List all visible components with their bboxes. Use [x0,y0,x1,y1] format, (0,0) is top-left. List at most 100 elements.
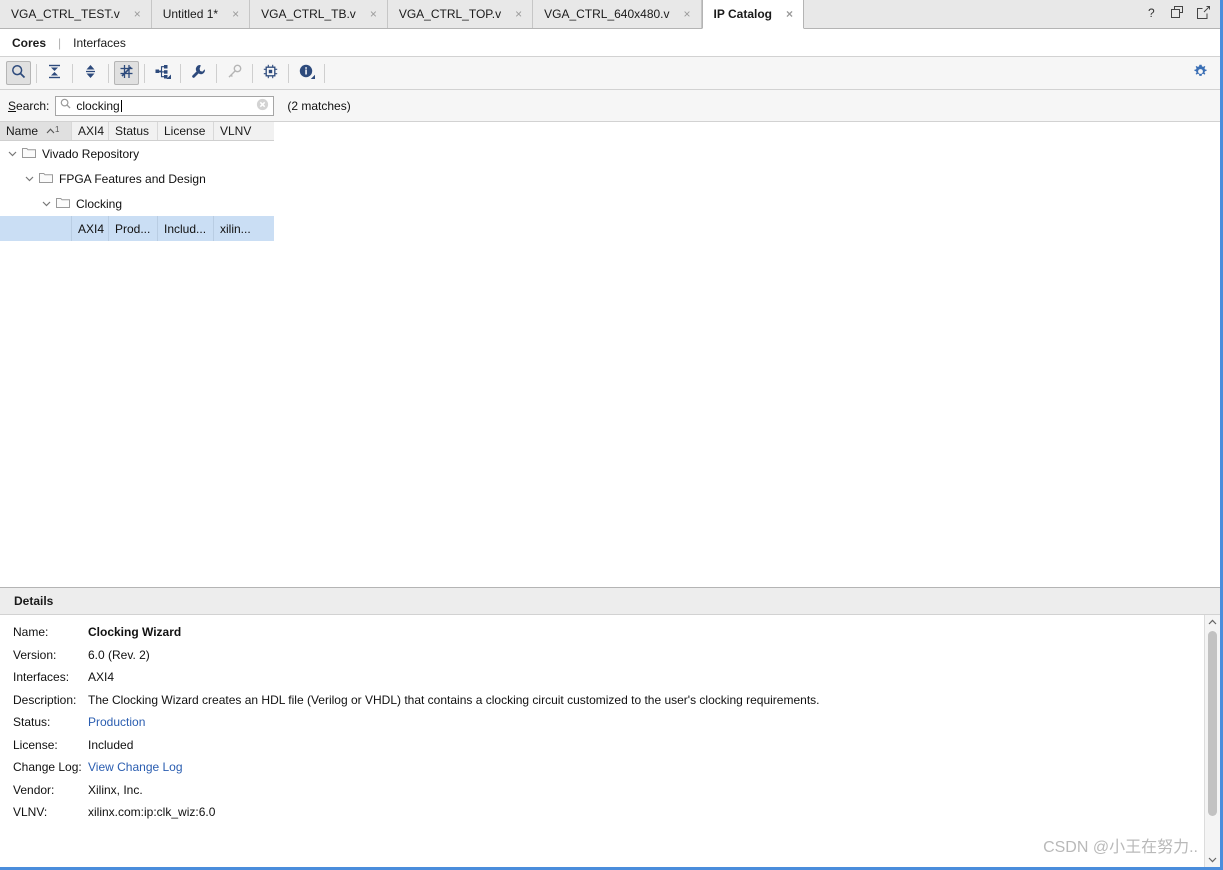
ip-settings-button[interactable] [258,61,283,85]
subtab-cores[interactable]: Cores [10,36,48,50]
tab-close-icon[interactable]: × [230,7,241,21]
tab-close-icon[interactable]: × [784,7,795,21]
chevron-down-icon[interactable] [6,147,19,160]
details-panel-body: Name: Clocking Wizard Version: 6.0 (Rev.… [0,615,1220,867]
ip-catalog-window: VGA_CTRL_TEST.v × Untitled 1* × VGA_CTRL… [0,0,1223,870]
tree-row-label: Vivado Repository [42,146,140,161]
search-input[interactable]: clocking [55,95,275,116]
help-icon[interactable]: ? [1147,6,1158,22]
catalog-view-tabs: Cores | Interfaces [0,29,1220,57]
details-key: Vendor: [13,782,55,797]
ip-catalog-tree: Name 1 AXI4 Status License VLNV Vivado R… [0,122,1220,241]
tree-row-clocking-wizard[interactable]: AXI4 Prod... Includ... xilin... [0,216,274,241]
tab-untitled-1[interactable]: Untitled 1* × [151,0,251,28]
restore-window-icon[interactable] [1171,6,1184,22]
details-row-change-log: Change Log: View Change Log [13,760,1204,783]
cell-value: xilin... [220,221,251,236]
toolbar-separator [288,63,289,83]
collapse-all-icon [47,64,62,82]
tree-row-clocking[interactable]: Clocking [0,191,1220,216]
tab-close-icon[interactable]: × [132,7,143,21]
folder-icon [22,146,36,161]
tab-vga-ctrl-top[interactable]: VGA_CTRL_TOP.v × [387,0,534,28]
collapse-all-button[interactable] [42,61,67,85]
chevron-down-icon[interactable] [40,197,53,210]
details-row-name: Name: Clocking Wizard [13,625,1204,648]
pin-button[interactable] [114,61,139,85]
sort-order-index: 1 [55,124,60,134]
search-icon [11,64,26,82]
details-row-vendor: Vendor: Xilinx, Inc. [13,783,1204,806]
hierarchy-button[interactable] [150,61,175,85]
details-row-interfaces: Interfaces: AXI4 [13,670,1204,693]
search-toggle-button[interactable] [6,61,31,85]
cell-value: Includ... [164,221,207,236]
column-header-axi4[interactable]: AXI4 [72,122,109,140]
tab-close-icon[interactable]: × [513,7,524,21]
details-value: The Clocking Wizard creates an HDL file … [88,692,820,707]
details-panel: Details Name: Clocking Wizard Version: 6… [0,587,1220,867]
tab-close-icon[interactable]: × [682,7,693,21]
details-key: Description: [13,692,77,707]
scrollbar-track[interactable] [1205,630,1220,852]
details-key: Status: [13,715,51,729]
folder-icon [39,171,53,186]
details-vertical-scrollbar[interactable] [1204,615,1220,867]
column-header-license[interactable]: License [158,122,214,140]
cell-status: Prod... [109,216,158,241]
tab-vga-ctrl-tb[interactable]: VGA_CTRL_TB.v × [250,0,388,28]
details-value: 6.0 (Rev. 2) [88,647,150,662]
details-key: Change Log: [13,760,82,774]
cell-license: Includ... [158,216,214,241]
status-link[interactable]: Production [88,715,145,729]
tab-close-icon[interactable]: × [368,7,379,21]
column-label: Status [115,124,150,138]
search-match-count: (2 matches) [287,98,351,113]
tree-row-vivado-repository[interactable]: Vivado Repository [0,141,1220,166]
column-header-vlnv[interactable]: VLNV [214,122,257,140]
details-panel-title: Details [0,588,1220,615]
details-key: License: [13,737,58,752]
catalog-toolbar [0,57,1220,90]
details-row-description: Description: The Clocking Wizard creates… [13,693,1204,716]
subtab-interfaces[interactable]: Interfaces [71,36,128,50]
column-header-name[interactable]: Name 1 [0,122,72,140]
details-key: Version: [13,647,57,662]
info-icon [299,64,315,82]
cell-vlnv: xilin... [214,216,274,241]
expand-all-button[interactable] [78,61,103,85]
tab-ip-catalog[interactable]: IP Catalog × [701,0,805,29]
information-button[interactable] [294,61,319,85]
tree-row-cells: AXI4 Prod... Includ... xilin... [0,216,274,241]
toolbar-separator [144,63,145,83]
tree-row-fpga-features-and-design[interactable]: FPGA Features and Design [0,166,1220,191]
scroll-up-icon[interactable] [1205,615,1220,630]
scroll-down-icon[interactable] [1205,852,1220,867]
chip-icon [263,64,278,82]
tab-label: IP Catalog [713,7,772,21]
sort-ascending-icon: 1 [46,125,59,138]
search-field-magnifier-icon [60,98,72,113]
column-label: AXI4 [78,124,105,138]
details-row-version: Version: 6.0 (Rev. 2) [13,648,1204,671]
tab-label: VGA_CTRL_TEST.v [11,7,120,21]
cell-name [0,216,72,241]
wrench-icon [191,64,206,82]
float-window-icon[interactable] [1197,6,1210,22]
wrench-button[interactable] [186,61,211,85]
toolbar-separator [252,63,253,83]
view-change-log-link[interactable]: View Change Log [88,760,183,774]
tab-vga-ctrl-test[interactable]: VGA_CTRL_TEST.v × [0,0,152,28]
details-key: Name: [13,625,49,639]
cell-value: Prod... [115,221,151,236]
scrollbar-thumb[interactable] [1208,631,1217,816]
details-key: VLNV: [13,805,48,819]
settings-gear-icon[interactable] [1193,64,1208,82]
expand-all-icon [83,64,98,82]
folder-icon [56,196,70,211]
tab-vga-ctrl-640x480[interactable]: VGA_CTRL_640x480.v × [533,0,702,28]
chevron-down-icon[interactable] [23,172,36,185]
window-actions: ? [1141,0,1220,28]
clear-search-icon[interactable] [256,98,269,114]
column-header-status[interactable]: Status [109,122,158,140]
